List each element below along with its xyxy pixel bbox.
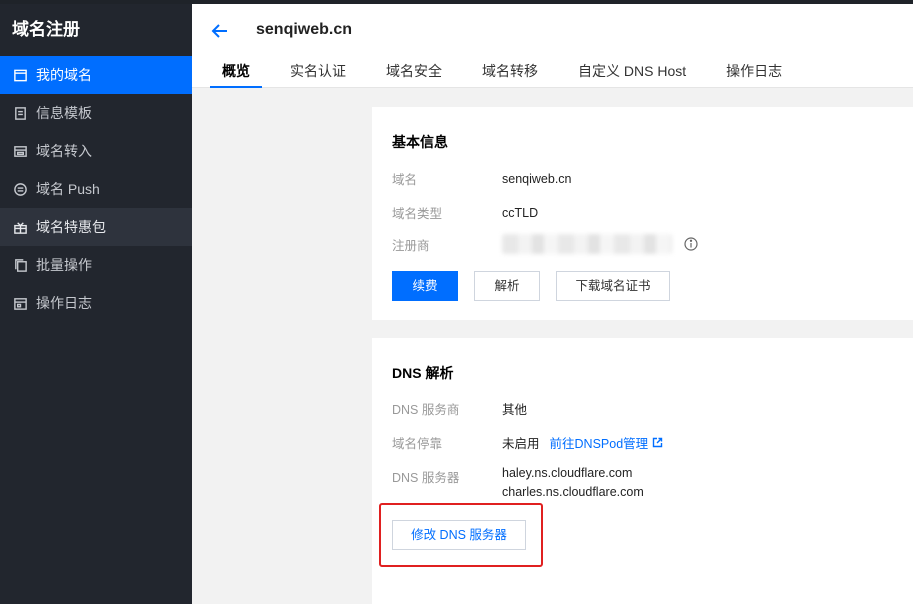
registrar-row: 注册商: [392, 234, 698, 254]
sidebar-item-label: 域名 Push: [36, 181, 100, 197]
tab-security[interactable]: 域名安全: [374, 60, 454, 88]
parking-value: 未启用: [502, 437, 540, 451]
registrar-value-redacted: [502, 234, 672, 254]
domain-row: 域名 senqiweb.cn: [392, 169, 572, 188]
sidebar: 域名注册 我的域名 信息模板 域名转入 域名 Push 域名特惠包 批量操作 操…: [0, 4, 192, 604]
log-icon: [12, 295, 28, 311]
dns-title: DNS 解析: [392, 365, 454, 381]
sidebar-item-push[interactable]: 域名 Push: [0, 170, 192, 208]
tab-transfer[interactable]: 域名转移: [470, 60, 550, 88]
dnspod-link-text: 前往DNSPod管理: [549, 437, 649, 451]
sidebar-item-info-template[interactable]: 信息模板: [0, 94, 192, 132]
domain-type-value: ccTLD: [502, 205, 539, 220]
sidebar-item-label: 域名转入: [36, 143, 92, 159]
back-arrow-icon[interactable]: [209, 20, 231, 42]
page-title: senqiweb.cn: [256, 21, 353, 38]
dns-provider-row: DNS 服务商 其他: [392, 399, 527, 418]
resolve-button[interactable]: 解析: [474, 271, 540, 301]
dns-provider-label: DNS 服务商: [392, 403, 460, 417]
page-header: senqiweb.cn 概览 实名认证 域名安全 域名转移 自定义 DNS Ho…: [192, 4, 913, 88]
dns-servers-label: DNS 服务器: [392, 471, 460, 485]
parking-label: 域名停靠: [392, 437, 443, 451]
domain-value: senqiweb.cn: [502, 171, 572, 186]
domain-type-label: 域名类型: [392, 207, 443, 221]
sidebar-item-label: 域名特惠包: [36, 219, 106, 235]
tab-overview[interactable]: 概览: [210, 60, 262, 88]
transfer-in-icon: [12, 143, 28, 159]
sidebar-item-label: 我的域名: [36, 67, 92, 83]
domain-label: 域名: [392, 173, 418, 187]
sidebar-item-label: 信息模板: [36, 105, 92, 121]
download-cert-button[interactable]: 下载域名证书: [556, 271, 670, 301]
external-link-icon: [652, 437, 663, 448]
domain-type-row: 域名类型 ccTLD: [392, 203, 538, 222]
dns-servers-row: DNS 服务器 haley.ns.cloudflare.com charles.…: [392, 464, 644, 502]
sidebar-item-label: 操作日志: [36, 295, 92, 311]
parking-row: 域名停靠 未启用 前往DNSPod管理: [392, 433, 663, 452]
dnspod-link[interactable]: 前往DNSPod管理: [550, 433, 664, 452]
calendar-icon: [12, 67, 28, 83]
info-icon[interactable]: [684, 237, 698, 251]
highlight-box: [379, 503, 543, 567]
basic-info-title: 基本信息: [392, 134, 448, 150]
dns-server-2: charles.ns.cloudflare.com: [502, 485, 644, 499]
registrar-label: 注册商: [392, 238, 430, 253]
sidebar-item-batch[interactable]: 批量操作: [0, 246, 192, 284]
push-icon: [12, 181, 28, 197]
dns-provider-value: 其他: [502, 403, 528, 417]
dns-server-1: haley.ns.cloudflare.com: [502, 466, 633, 480]
copy-icon: [12, 257, 28, 273]
gift-icon: [12, 219, 28, 235]
sidebar-item-bundle[interactable]: 域名特惠包: [0, 208, 192, 246]
sidebar-title: 域名注册: [12, 20, 80, 39]
sidebar-item-my-domains[interactable]: 我的域名: [0, 56, 192, 94]
tab-custom-dns-host[interactable]: 自定义 DNS Host: [566, 60, 698, 88]
dns-servers-list: haley.ns.cloudflare.com charles.ns.cloud…: [502, 464, 644, 502]
tab-real-name[interactable]: 实名认证: [278, 60, 358, 88]
document-icon: [12, 105, 28, 121]
basic-info-card: 基本信息 域名 senqiweb.cn 域名类型 ccTLD 注册商 续费 解析…: [372, 107, 913, 320]
tab-bar: 概览 实名认证 域名安全 域名转移 自定义 DNS Host 操作日志: [210, 60, 810, 88]
sidebar-item-logs[interactable]: 操作日志: [0, 284, 192, 322]
tab-logs[interactable]: 操作日志: [714, 60, 794, 88]
main-content: senqiweb.cn 概览 实名认证 域名安全 域名转移 自定义 DNS Ho…: [192, 4, 913, 604]
sidebar-item-label: 批量操作: [36, 257, 92, 273]
renew-button[interactable]: 续费: [392, 271, 458, 301]
sidebar-item-transfer-in[interactable]: 域名转入: [0, 132, 192, 170]
